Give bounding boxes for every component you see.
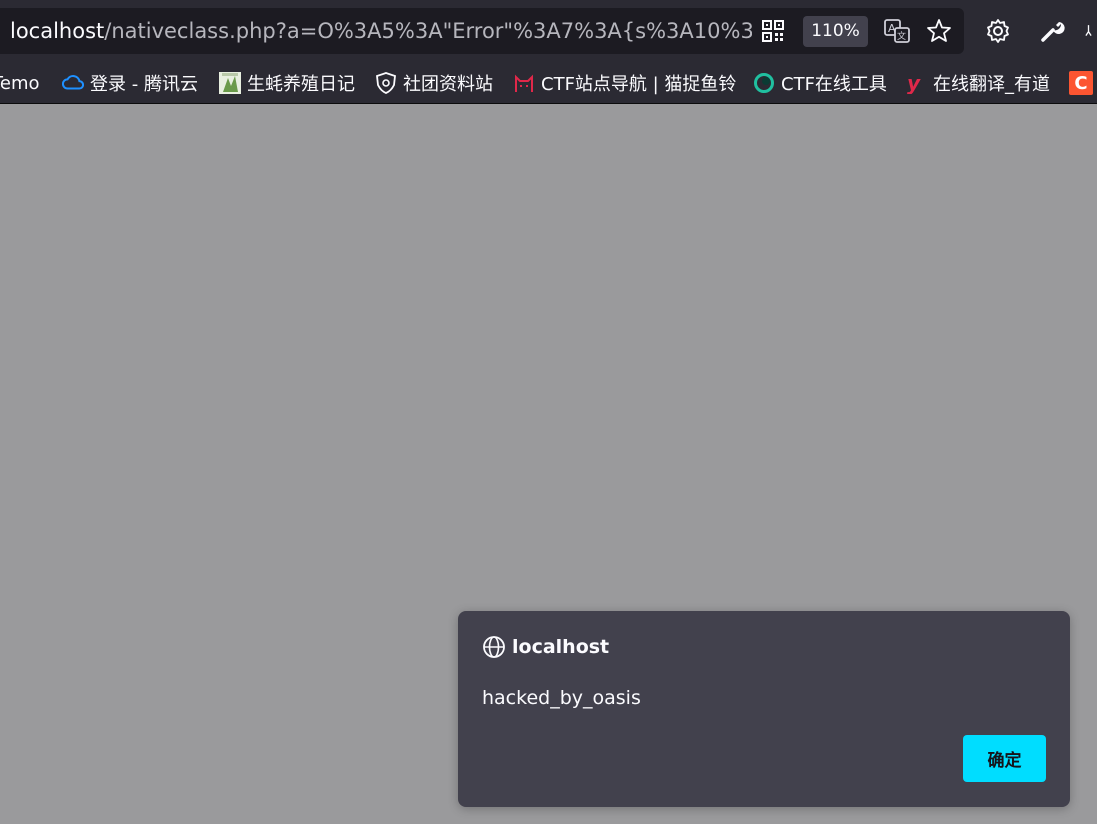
bookmark-label: 生蚝养殖日记 bbox=[247, 74, 355, 95]
bookmark-item[interactable]: C bbox=[1069, 70, 1097, 96]
extensions-icon[interactable] bbox=[1080, 15, 1097, 47]
ok-button[interactable]: 确定 bbox=[963, 735, 1046, 782]
ring-icon bbox=[753, 72, 775, 94]
bookmark-label: CTF站点导航 | 猫捉鱼铃 bbox=[541, 74, 737, 95]
youdao-icon: y bbox=[905, 72, 927, 94]
browser-toolbar: localhost/nativeclass.php?a=O%3A5%3A"Err… bbox=[0, 0, 1097, 62]
c-icon-letter: C bbox=[1074, 72, 1088, 94]
wrench-icon[interactable] bbox=[1037, 15, 1067, 47]
bookmark-star-icon[interactable] bbox=[926, 18, 952, 44]
url-text[interactable]: localhost/nativeclass.php?a=O%3A5%3A"Err… bbox=[10, 18, 752, 44]
bookmarks-toolbar: Temo 登录 - 腾讯云 生蚝养殖日记 社团资料站 bbox=[0, 62, 1097, 104]
bookmark-item[interactable]: 社团资料站 bbox=[375, 70, 493, 96]
globe-icon bbox=[483, 636, 505, 658]
settings-gear-icon[interactable] bbox=[983, 15, 1013, 47]
bookmark-item[interactable]: 生蚝养殖日记 bbox=[219, 70, 355, 96]
alert-dialog: localhost hacked_by_oasis 确定 bbox=[458, 611, 1070, 807]
bookmark-label: CTF在线工具 bbox=[781, 74, 887, 95]
cloud-icon bbox=[62, 72, 84, 94]
bookmark-item[interactable]: CTF在线工具 bbox=[753, 70, 887, 96]
bookmark-item[interactable]: CTF站点导航 | 猫捉鱼铃 bbox=[513, 70, 736, 96]
c-icon: C bbox=[1069, 71, 1093, 95]
bookmark-item[interactable]: y 在线翻译_有道 bbox=[905, 70, 1050, 96]
cat-icon bbox=[513, 72, 535, 94]
bookmark-label: 在线翻译_有道 bbox=[933, 74, 1050, 95]
bookmark-item[interactable]: Temo bbox=[0, 70, 40, 96]
svg-text:文: 文 bbox=[897, 30, 906, 42]
bookmark-label: 社团资料站 bbox=[403, 74, 493, 95]
thumbnail-icon bbox=[219, 72, 241, 94]
url-path: /nativeclass.php?a=O%3A5%3A"Error"%3A7%3… bbox=[104, 19, 752, 43]
translate-icon[interactable]: A 文 bbox=[884, 18, 910, 44]
bookmark-label: Temo bbox=[0, 72, 40, 94]
url-host: localhost bbox=[10, 19, 105, 43]
shield-icon bbox=[375, 72, 397, 94]
dialog-message: hacked_by_oasis bbox=[482, 687, 641, 709]
qr-code-icon[interactable] bbox=[760, 18, 786, 44]
bookmark-label: 登录 - 腾讯云 bbox=[90, 74, 198, 95]
bookmark-item[interactable]: 登录 - 腾讯云 bbox=[62, 70, 198, 96]
dialog-title: localhost bbox=[482, 635, 609, 659]
zoom-level-button[interactable]: 110% bbox=[803, 16, 868, 47]
svg-text:y: y bbox=[907, 72, 921, 94]
dialog-origin: localhost bbox=[512, 636, 610, 658]
